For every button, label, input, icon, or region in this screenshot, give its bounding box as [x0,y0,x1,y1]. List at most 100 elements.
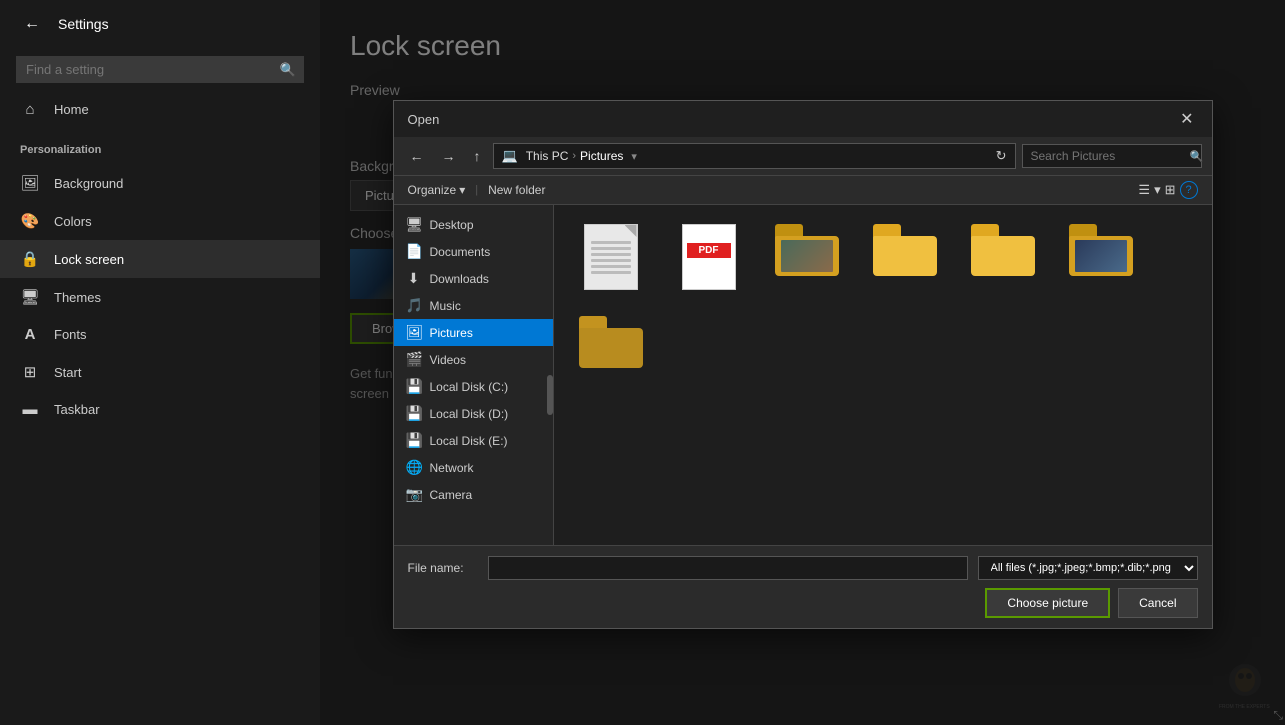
sidebar-item-start-label: Start [54,365,81,380]
left-pane: 🖥 Desktop 📄 Documents ⬇ Downloads 🎵 Musi… [394,205,554,545]
folder-icon-7 [579,316,643,368]
pane-item-desktop[interactable]: 🖥 Desktop [394,211,553,238]
address-dropdown-button[interactable]: ▾ [631,150,637,163]
view-grid-button[interactable]: ⊞ [1165,182,1176,198]
filetype-select[interactable]: All files (*.jpg;*.jpeg;*.bmp;*.dib;*.pn… [978,556,1198,580]
sidebar-item-background-label: Background [54,176,123,191]
doc-line [591,253,631,256]
sidebar-item-taskbar[interactable]: ▬ Taskbar [0,391,320,428]
pane-item-pictures[interactable]: 🖼 Pictures [394,319,553,346]
sidebar-item-themes[interactable]: 🖥 Themes [0,278,320,316]
sidebar-item-background[interactable]: 🖼 Background [0,164,320,202]
sidebar-item-fonts-label: Fonts [54,327,87,342]
sidebar-item-taskbar-label: Taskbar [54,402,100,417]
file-item-2[interactable]: PDF [664,217,754,301]
camera-icon: 📷 [406,486,422,503]
address-sep-1: › [572,150,576,162]
up-nav-button[interactable]: ↑ [468,146,487,166]
back-nav-button[interactable]: ← [404,146,430,166]
colors-icon: 🎨 [20,212,40,230]
filename-label: File name: [408,561,478,575]
downloads-icon: ⬇ [406,270,422,287]
pane-item-music-label: Music [430,299,461,313]
file-item-5[interactable] [958,217,1048,301]
pane-item-camera[interactable]: 📷 Camera [394,481,553,508]
desktop-icon: 🖥 [406,216,422,233]
file-item-3[interactable] [762,217,852,301]
music-icon: 🎵 [406,297,422,314]
sidebar: ← Settings 🔍 ⌂ Home Personalization 🖼 Ba… [0,0,320,725]
pane-item-local-c-label: Local Disk (C:) [430,380,509,394]
refresh-button[interactable]: ↻ [996,148,1007,164]
local-e-icon: 💾 [406,432,422,449]
filename-row: File name: All files (*.jpg;*.jpeg;*.bmp… [408,556,1198,580]
resize-handle[interactable]: ⤡ [1273,708,1283,723]
dialog-body: 🖥 Desktop 📄 Documents ⬇ Downloads 🎵 Musi… [394,205,1212,545]
pane-item-local-e-label: Local Disk (E:) [430,434,508,448]
folder-body-7 [579,328,643,368]
folder-photo-6 [1075,240,1127,272]
pane-item-network[interactable]: 🌐 Network [394,454,553,481]
pictures-icon: 🖼 [406,324,422,341]
lock-icon: 🔒 [20,250,40,268]
file-item-6[interactable] [1056,217,1146,301]
address-this-pc: This PC [526,149,569,163]
forward-nav-button[interactable]: → [436,146,462,166]
open-dialog: Open ✕ ← → ↑ 💻 This PC › Pictures ▾ ↻ [393,100,1213,629]
file-item-1[interactable] [566,217,656,301]
doc-line [591,271,631,274]
organize-button[interactable]: Organize ▾ [408,183,466,197]
pane-item-videos-label: Videos [430,353,466,367]
dialog-search-icon: 🔍 [1190,150,1204,163]
dialog-search-input[interactable] [1031,149,1186,163]
doc-line [591,265,631,268]
pane-item-videos[interactable]: 🎬 Videos [394,346,553,373]
dialog-close-button[interactable]: ✕ [1176,109,1197,129]
scroll-thumb[interactable] [547,375,553,415]
choose-picture-button[interactable]: Choose picture [985,588,1110,618]
sidebar-title-label: Settings [58,16,109,32]
sidebar-item-home[interactable]: ⌂ Home [0,91,320,128]
pane-item-network-label: Network [430,461,474,475]
search-input[interactable] [16,56,304,83]
new-folder-button[interactable]: New folder [488,183,545,197]
dialog-footer: File name: All files (*.jpg;*.jpeg;*.bmp… [394,545,1212,628]
fonts-icon: A [20,326,40,343]
taskbar-icon: ▬ [20,401,40,418]
doc-line [591,247,631,250]
pane-item-local-d[interactable]: 💾 Local Disk (D:) [394,400,553,427]
dialog-actions-bar: Organize ▾ | New folder ☰ ▾ ⊞ ? [394,176,1212,205]
cancel-button[interactable]: Cancel [1118,588,1197,618]
start-icon: ⊞ [20,363,40,381]
file-item-7[interactable] [566,309,656,379]
view-chevron-button[interactable]: ▾ [1154,182,1161,198]
pane-item-local-e[interactable]: 💾 Local Disk (E:) [394,427,553,454]
pane-item-music[interactable]: 🎵 Music [394,292,553,319]
sidebar-item-lock-screen[interactable]: 🔒 Lock screen [0,240,320,278]
folder-body-6 [1069,236,1133,276]
address-bar[interactable]: 💻 This PC › Pictures ▾ ↻ [493,143,1016,169]
home-icon: ⌂ [20,101,40,118]
view-help-button[interactable]: ? [1180,181,1198,199]
filename-input[interactable] [488,556,968,580]
local-c-icon: 💾 [406,378,422,395]
file-item-4[interactable] [860,217,950,301]
sidebar-item-fonts[interactable]: A Fonts [0,316,320,353]
themes-icon: 🖥 [20,288,40,306]
pane-item-downloads[interactable]: ⬇ Downloads [394,265,553,292]
sidebar-item-themes-label: Themes [54,290,101,305]
view-list-button[interactable]: ☰ [1138,182,1150,198]
dialog-title: Open [408,112,440,127]
doc-icon-1 [584,224,638,290]
sidebar-item-colors[interactable]: 🎨 Colors [0,202,320,240]
pane-item-local-c[interactable]: 💾 Local Disk (C:) [394,373,553,400]
sidebar-item-start[interactable]: ⊞ Start [0,353,320,391]
folder-icon-5 [971,224,1035,276]
doc-lines-1 [591,241,631,277]
pane-item-camera-label: Camera [430,488,473,502]
pane-item-documents[interactable]: 📄 Documents [394,238,553,265]
back-button[interactable]: ← [16,11,48,37]
folder-body-4 [873,236,937,276]
pane-item-pictures-label: Pictures [430,326,473,340]
photo-folder-6 [1069,224,1133,276]
